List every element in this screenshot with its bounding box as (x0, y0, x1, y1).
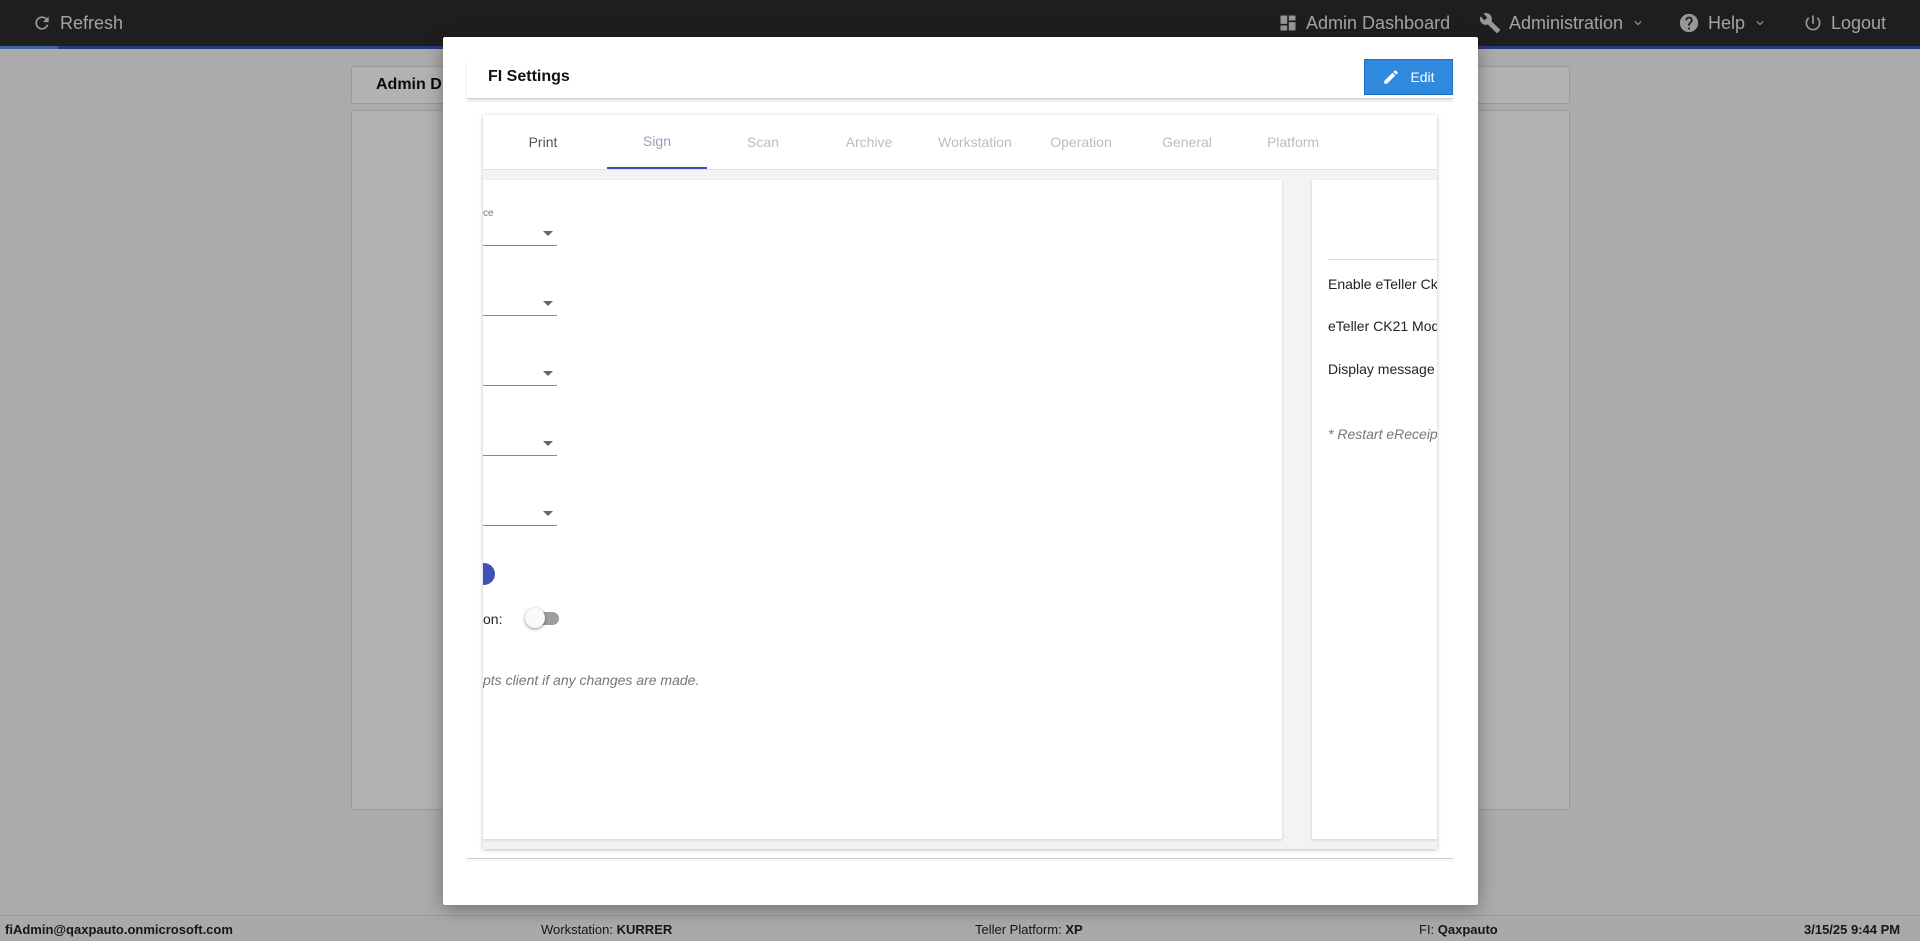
radio-button-selected[interactable] (483, 563, 495, 585)
device-select[interactable] (483, 223, 557, 246)
tab-platform[interactable]: Platform (1243, 115, 1343, 169)
eteller-ck21-mode-label: eTeller CK21 Mod (1328, 318, 1437, 334)
tab-operation[interactable]: Operation (1031, 115, 1131, 169)
dropdown-caret-icon (543, 301, 553, 306)
tab-general[interactable]: General (1137, 115, 1237, 169)
edit-label: Edit (1410, 69, 1435, 85)
device-select-label: ce (483, 208, 494, 219)
setting-toggle[interactable] (525, 608, 561, 628)
toggle-thumb (525, 608, 545, 628)
settings-tabs: Print Sign Scan Archive Workstation Oper… (483, 115, 1437, 170)
sign-settings-left-card: ce on: pts client if any changes are mad… (483, 180, 1282, 839)
settings-content-frame: Print Sign Scan Archive Workstation Oper… (483, 115, 1437, 849)
pencil-icon (1384, 70, 1399, 84)
setting-select-2[interactable] (483, 293, 557, 316)
tab-scan[interactable]: Scan (713, 115, 813, 169)
toggle-label: on: (483, 611, 503, 627)
enable-eteller-ck-label: Enable eTeller Ck (1328, 276, 1437, 292)
fi-settings-dialog: FI Settings Edit Print Sign Scan Archive… (443, 37, 1478, 905)
tab-sign[interactable]: Sign (607, 115, 707, 169)
restart-ereceipts-note: * Restart eReceip (1328, 426, 1437, 442)
dropdown-caret-icon (543, 511, 553, 516)
setting-select-5[interactable] (483, 503, 557, 526)
tab-workstation[interactable]: Workstation (925, 115, 1025, 169)
dialog-footer-divider (467, 858, 1453, 859)
edit-button[interactable]: Edit (1364, 59, 1453, 95)
dropdown-caret-icon (543, 441, 553, 446)
dropdown-caret-icon (543, 231, 553, 236)
section-divider (1328, 259, 1437, 260)
restart-note: pts client if any changes are made. (483, 672, 700, 688)
tab-archive[interactable]: Archive (819, 115, 919, 169)
dialog-header: FI Settings Edit (467, 59, 1453, 99)
dropdown-caret-icon (543, 371, 553, 376)
display-message-label: Display message (1328, 361, 1435, 377)
tab-print[interactable]: Print (493, 115, 593, 169)
dialog-title: FI Settings (488, 68, 570, 85)
setting-select-4[interactable] (483, 433, 557, 456)
setting-select-3[interactable] (483, 363, 557, 386)
sign-settings-right-card: Enable eTeller Ck eTeller CK21 Mod Displ… (1312, 180, 1437, 839)
